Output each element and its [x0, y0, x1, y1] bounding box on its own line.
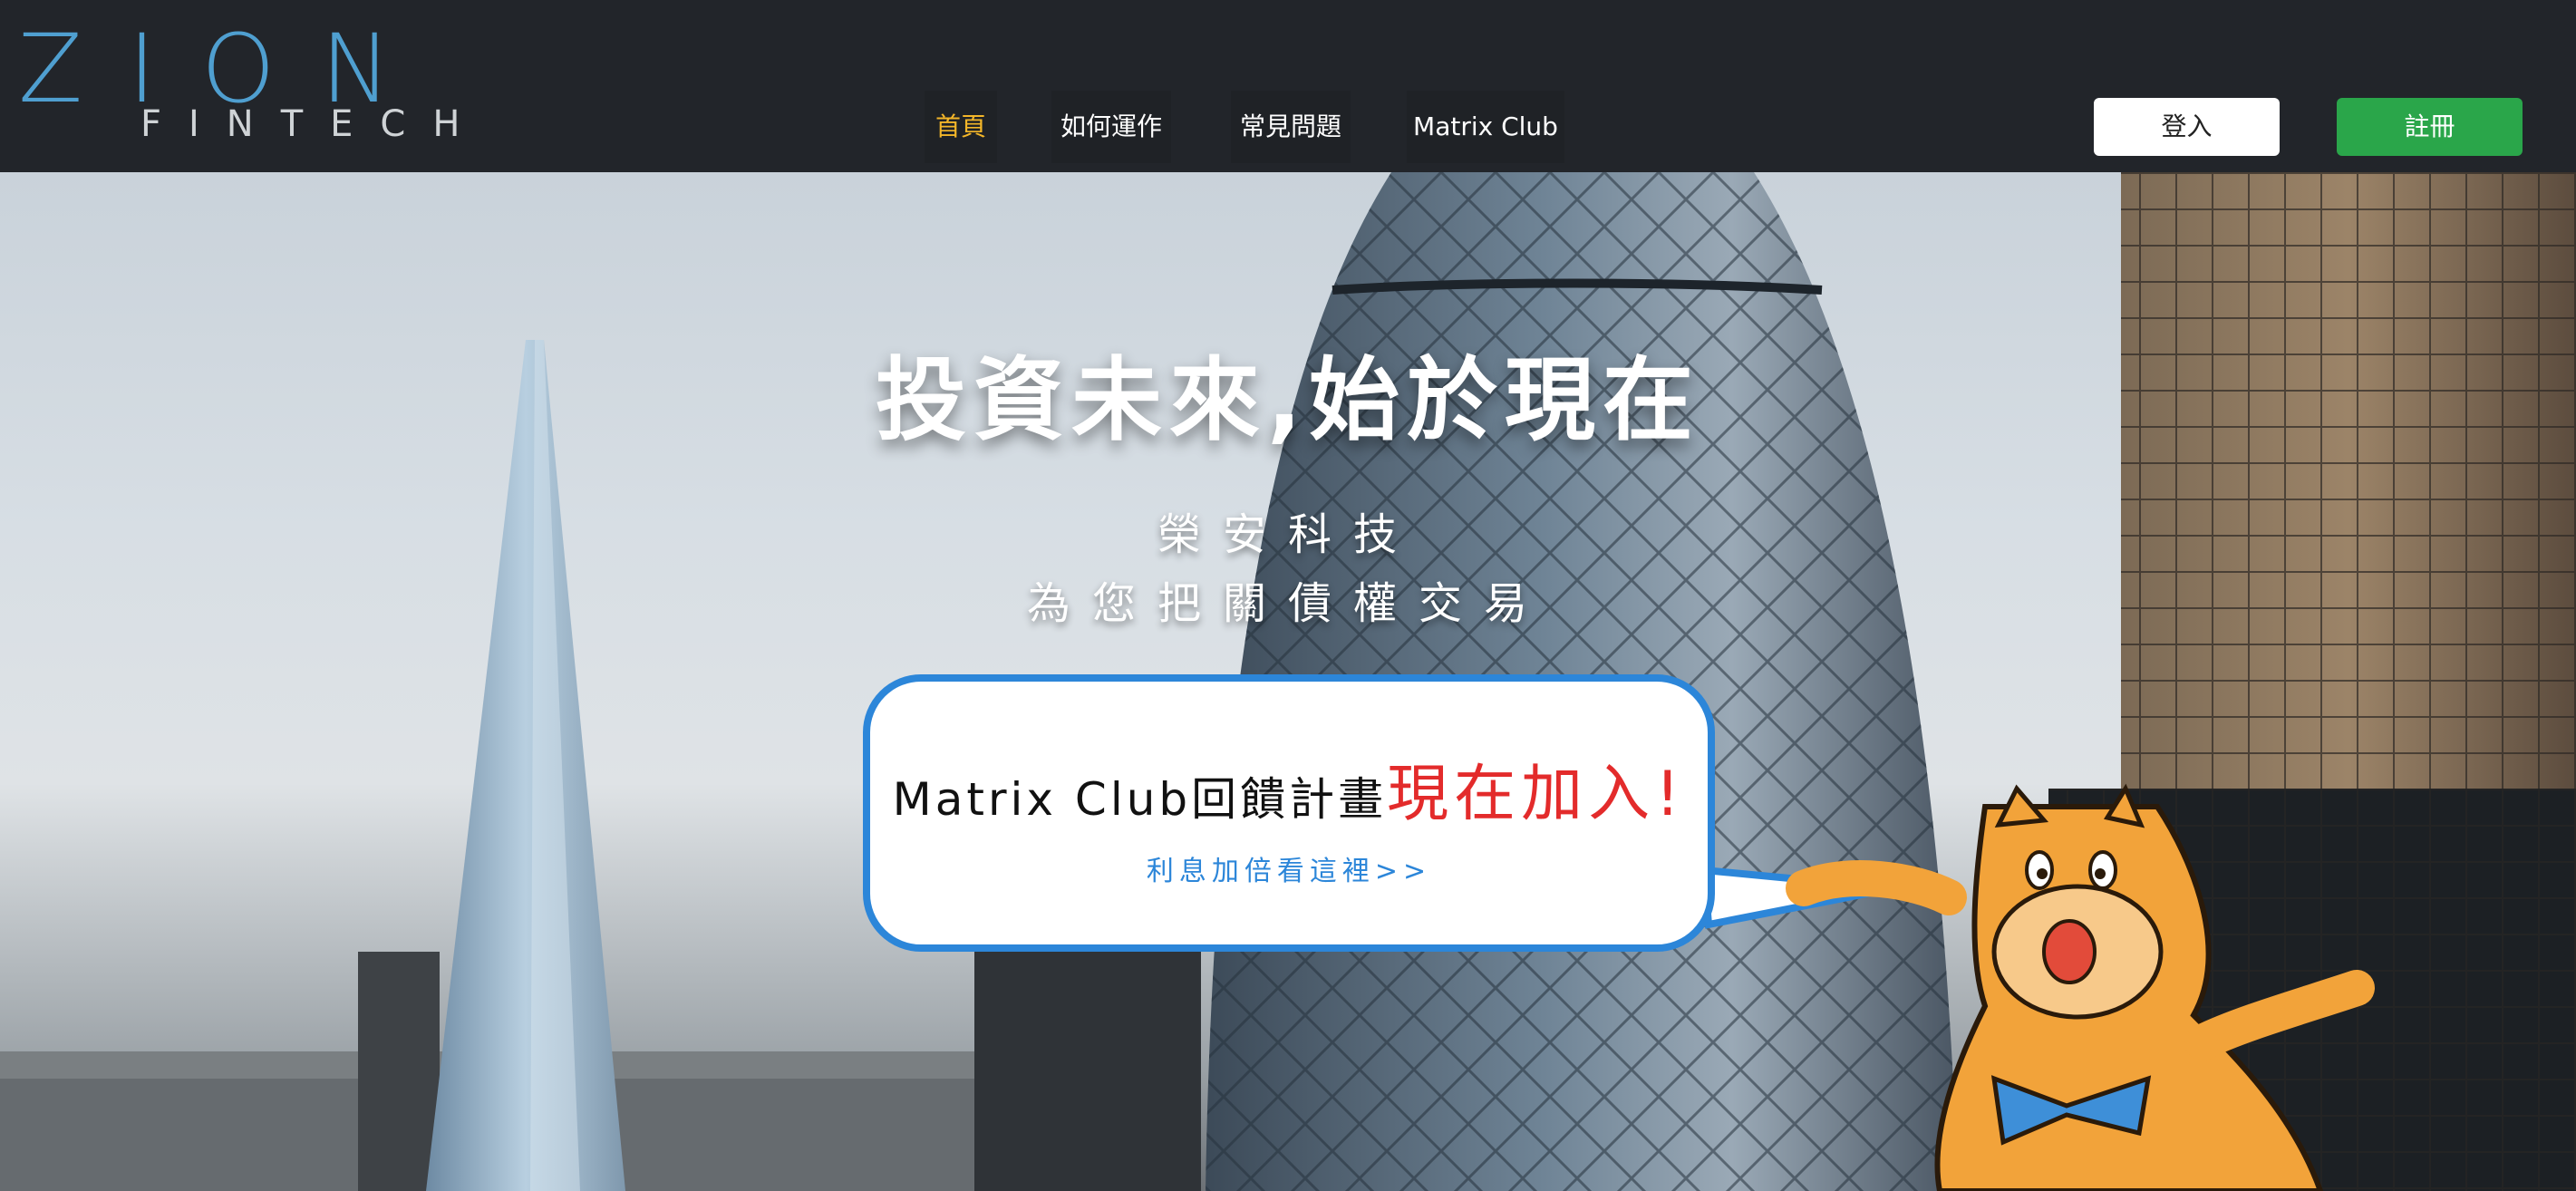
logo-wordmark: ZION — [18, 14, 437, 124]
nav-item-how-it-works[interactable]: 如何運作 — [1051, 91, 1171, 163]
navbar: ZION FINTECH 首頁 如何運作 常見問題 Matrix Club 登入… — [0, 0, 2576, 174]
promo-interest-link[interactable]: 利息加倍看這裡>> — [870, 848, 1708, 888]
hero-subtitle-tagline: 為您把關債權交易 — [1026, 578, 1549, 629]
hero-subtitle-company: 榮安科技 — [1157, 509, 1419, 560]
register-button[interactable]: 註冊 — [2337, 98, 2523, 156]
matrix-club-promo-bubble[interactable]: Matrix Club回饋計畫現在加入! 利息加倍看這裡>> — [863, 674, 1715, 952]
nav-item-faq[interactable]: 常見問題 — [1231, 91, 1351, 163]
nav-item-matrix-club[interactable]: Matrix Club — [1407, 91, 1564, 163]
promo-heading: Matrix Club回饋計畫現在加入! — [870, 743, 1708, 833]
nav-item-home[interactable]: 首頁 — [925, 91, 997, 163]
promo-join-now[interactable]: 現在加入! — [1387, 759, 1685, 830]
hero-banner: 投資未來,始於現在 榮安科技 為您把關債權交易 Matrix Club回饋計畫現… — [0, 172, 2576, 1191]
hero-title: 投資未來,始於現在 — [876, 347, 1700, 453]
logo-subtitle: FINTECH — [140, 103, 488, 145]
zion-fintech-logo[interactable]: ZION FINTECH — [18, 22, 460, 149]
promo-program-name: Matrix Club回饋計畫 — [892, 773, 1388, 826]
login-button[interactable]: 登入 — [2094, 98, 2280, 156]
